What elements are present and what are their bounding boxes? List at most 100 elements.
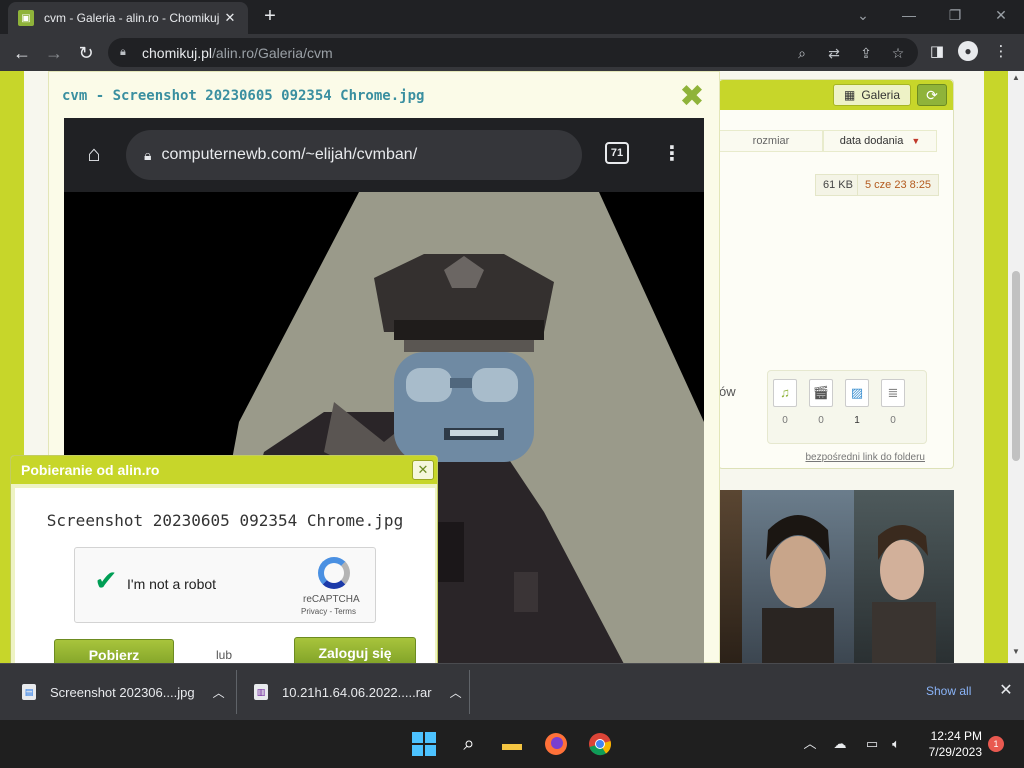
shelf-divider: [236, 670, 237, 714]
download-item-rar[interactable]: ▥ 10.21h1.64.06.2022.....rar ︿: [254, 676, 462, 708]
download-dialog-body: Screenshot 20230605 092354 Chrome.jpg ✔ …: [15, 488, 435, 663]
chevron-up-icon[interactable]: ︿: [450, 684, 462, 701]
document-file-icon[interactable]: ≣: [881, 379, 905, 407]
file-date-badge: 5 cze 23 8:25: [857, 174, 940, 196]
windows-taskbar: ⌕ ▬ ︿ ☁ ▭ 🔈︎ 12:24 PM 7/29/2023 1: [0, 720, 1024, 768]
column-data-dodania[interactable]: data dodania ▼: [823, 130, 937, 152]
download-item-name: 10.21h1.64.06.2022.....rar: [282, 684, 432, 700]
image-file-icon[interactable]: ▨: [845, 379, 869, 407]
grid-icon: ▦: [843, 88, 856, 102]
scroll-down-icon[interactable]: ▼: [1008, 647, 1024, 661]
window-close-button[interactable]: ✕: [978, 0, 1024, 30]
column-rozmiar-label: rozmiar: [752, 135, 790, 147]
tab-search-chevron-icon[interactable]: ⌄: [840, 0, 886, 30]
image-file-icon: ▤: [22, 684, 36, 700]
tray-overflow-chevron-icon[interactable]: ︿: [800, 734, 820, 754]
video-file-icon[interactable]: 🎬︎: [809, 379, 833, 407]
image-count: 1: [854, 415, 860, 426]
download-dialog-close-button[interactable]: ✕: [412, 460, 434, 480]
shelf-divider: [469, 670, 470, 714]
back-button[interactable]: ←: [8, 39, 36, 67]
file-type-summary: ♫ 0 🎬︎ 0 ▨ 1 ≣ 0: [767, 370, 927, 444]
zoom-search-icon[interactable]: ⌕: [792, 43, 812, 63]
download-dialog-header: Pobieranie od alin.ro ✕: [11, 456, 437, 484]
recaptcha-widget[interactable]: ✔ I'm not a robot reCAPTCHA Privacy - Te…: [74, 547, 376, 623]
side-panel-icon[interactable]: ◨: [926, 41, 948, 63]
reload-button[interactable]: ↻: [72, 39, 100, 67]
new-tab-button[interactable]: +: [258, 5, 282, 29]
pobierz-button[interactable]: Pobierz: [54, 639, 174, 663]
restore-button[interactable]: ❐: [932, 0, 978, 30]
download-item-name: Screenshot 202306....jpg: [50, 684, 195, 700]
photo-menu-icon: ⋮: [662, 143, 682, 165]
girl-portrait-icon: [872, 525, 936, 663]
lock-icon[interactable]: 🔒︎: [120, 46, 132, 59]
video-count: 0: [818, 415, 824, 426]
warrior-portrait-icon: [762, 515, 834, 663]
chrome-menu-icon[interactable]: ⋮: [990, 41, 1012, 63]
captcha-checkmark-icon[interactable]: ✔: [91, 566, 121, 596]
chomikuj-favicon-icon: ▣: [18, 10, 34, 26]
browser-tab[interactable]: ▣ cvm - Galeria - alin.ro - Chomikuj ✕: [8, 2, 248, 34]
galeria-label: Galeria: [861, 88, 901, 102]
recaptcha-brand: reCAPTCHA: [303, 594, 360, 605]
refresh-button[interactable]: ⟳: [917, 84, 947, 106]
bookmark-star-icon[interactable]: ☆: [888, 43, 908, 63]
photo-address-bar: 🔒︎ computernewb.com/~elijah/cvmban/: [126, 130, 582, 180]
chevron-up-icon[interactable]: ︿: [213, 684, 225, 701]
column-data-dodania-label: data dodania: [839, 135, 904, 147]
file-size-badge: 61 KB: [815, 174, 861, 196]
file-explorer-icon[interactable]: ▬: [498, 730, 526, 758]
download-item-jpg[interactable]: ▤ Screenshot 202306....jpg ︿: [22, 676, 225, 708]
cloud-offline-icon[interactable]: ☁: [830, 734, 850, 754]
zaloguj-button[interactable]: Zaloguj się: [294, 637, 416, 663]
shelf-close-icon[interactable]: ✕: [996, 680, 1016, 700]
profile-avatar[interactable]: ●: [958, 41, 980, 63]
url-path: /alin.ro/Galeria/cvm: [212, 44, 333, 61]
tab-title: cvm - Galeria - alin.ro - Chomikuj: [44, 11, 220, 25]
banner-panel-girl: [854, 490, 954, 663]
browser-toolbar: ← → ↻ 🔒︎ chomikuj.pl/alin.ro/Galeria/cvm…: [0, 34, 1024, 71]
system-clock[interactable]: 12:24 PM 7/29/2023: [912, 728, 982, 760]
photo-home-icon: ⌂: [87, 141, 101, 166]
folder-direct-link[interactable]: bezpośredni link do folderu: [805, 452, 925, 463]
clock-date: 7/29/2023: [928, 745, 982, 759]
address-bar[interactable]: 🔒︎ chomikuj.pl/alin.ro/Galeria/cvm ⌕ ⇄ ⇪…: [108, 38, 918, 67]
translate-icon[interactable]: ⇄: [824, 43, 844, 63]
music-file-icon[interactable]: ♫: [773, 379, 797, 407]
download-shelf: ▤ Screenshot 202306....jpg ︿ ▥ 10.21h1.6…: [0, 663, 1024, 720]
refresh-icon: ⟳: [926, 87, 938, 103]
scroll-up-icon[interactable]: ▲: [1008, 73, 1024, 87]
chrome-taskbar-icon[interactable]: [586, 730, 614, 758]
forward-button[interactable]: →: [40, 39, 68, 67]
search-icon[interactable]: ⌕: [455, 730, 483, 758]
scrollbar-thumb[interactable]: [1012, 271, 1020, 461]
page-scrollbar[interactable]: ▲ ▼: [1008, 71, 1024, 663]
or-text: lub: [216, 648, 233, 662]
document-count: 0: [890, 415, 896, 426]
column-rozmiar[interactable]: rozmiar: [719, 130, 823, 152]
photo-url: computernewb.com/~elijah/cvmban/: [161, 146, 418, 163]
start-button[interactable]: [410, 730, 438, 758]
promo-banner-image[interactable]: [718, 490, 954, 663]
photo-browser-bar: ⌂ 🔒︎ computernewb.com/~elijah/cvmban/ 71…: [64, 118, 704, 192]
photo-tab-count: 71: [605, 142, 629, 164]
volume-icon[interactable]: 🔈︎: [886, 734, 906, 754]
show-all-link[interactable]: Show all: [926, 684, 971, 698]
web-page: ▦ Galeria ⟳ rozmiar data dodania ▼ 61 KB…: [0, 71, 1024, 663]
tab-close-icon[interactable]: ✕: [222, 10, 238, 26]
url-host: chomikuj.pl: [142, 44, 213, 61]
banner-panel-left: [718, 490, 742, 663]
minimize-button[interactable]: —: [886, 0, 932, 30]
lightbox-close-icon[interactable]: ✖: [679, 82, 705, 112]
captcha-label: I'm not a robot: [127, 576, 217, 592]
recaptcha-logo-icon: [318, 557, 350, 589]
share-icon[interactable]: ⇪: [856, 43, 876, 63]
galeria-button[interactable]: ▦ Galeria: [833, 84, 911, 106]
notification-badge[interactable]: 1: [988, 736, 1004, 752]
recaptcha-terms-links[interactable]: Privacy - Terms: [301, 607, 356, 616]
clock-time: 12:24 PM: [930, 729, 982, 743]
network-icon[interactable]: ▭: [862, 734, 882, 754]
folder-panel-header: ▦ Galeria ⟳: [719, 80, 953, 110]
firefox-icon[interactable]: [542, 730, 570, 758]
